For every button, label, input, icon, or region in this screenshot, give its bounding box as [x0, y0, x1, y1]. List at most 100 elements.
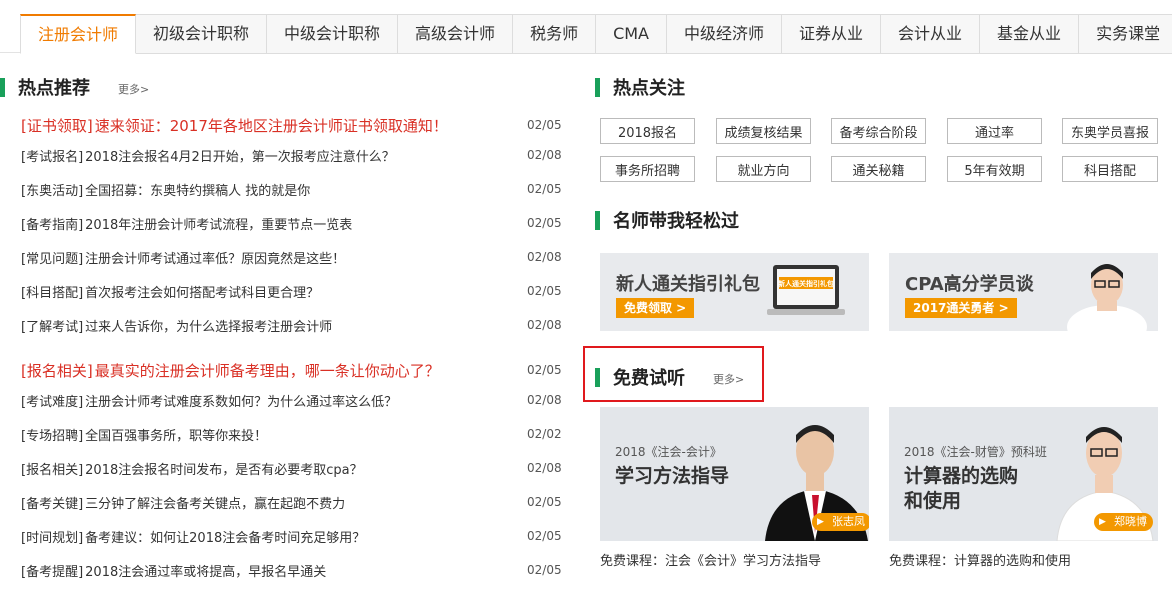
course-card-calculator[interactable]: 2018《注会-财管》预科班 计算器的选购和使用 郑晓博: [889, 407, 1158, 541]
hot-recommend-more-link[interactable]: 更多>: [118, 81, 149, 97]
news-category-tag[interactable]: [科目搭配]: [21, 282, 83, 301]
course-headline-line: 和使用: [904, 490, 962, 512]
news-title-link[interactable]: 注册会计师考试通过率低？原因竟然是这些！: [85, 248, 527, 267]
news-title-link[interactable]: 注册会计师考试难度系数如何？为什么通过率这么低？: [85, 391, 527, 410]
news-item[interactable]: [考试难度] 注册会计师考试难度系数如何？为什么通过率这么低？ 02/08: [21, 389, 562, 411]
news-title-link[interactable]: 2018注会报名4月2日开始，第一次报考应注意什么？: [85, 146, 527, 165]
news-title-link[interactable]: 速来领证：2017年各地区注册会计师证书领取通知！: [95, 115, 527, 136]
news-date: 02/08: [527, 461, 562, 475]
news-title-link[interactable]: 2018年注册会计师考试流程，重要节点一览表: [85, 214, 527, 233]
news-title-link[interactable]: 2018注会报名时间发布，是否有必要考取cpa？: [85, 459, 527, 478]
news-title-link[interactable]: 2018注会通过率或将提高，早报名早通关: [85, 561, 527, 580]
hot-focus-tag[interactable]: 成绩复核结果: [716, 118, 811, 144]
hot-focus-tag[interactable]: 事务所招聘: [600, 156, 695, 182]
news-category-tag[interactable]: [证书领取]: [21, 115, 93, 136]
news-category-tag[interactable]: [备考关键]: [21, 493, 83, 512]
news-category-tag[interactable]: [考试难度]: [21, 391, 83, 410]
news-date: 02/05: [527, 363, 562, 377]
course-subtitle: 2018《注会-财管》预科班: [904, 445, 1047, 459]
gift-pack-headline: 新人通关指引礼包: [616, 274, 760, 295]
category-tab[interactable]: 高级会计师: [398, 14, 514, 54]
news-item[interactable]: [专场招聘] 全国百强事务所，职等你来投！ 02/02: [21, 423, 562, 445]
news-title-link[interactable]: 备考建议：如何让2018注会备考时间充足够用？: [85, 527, 527, 546]
section-marker: [595, 77, 600, 97]
hot-recommend-header: 热点推荐 更多>: [0, 74, 149, 100]
category-tab[interactable]: 注册会计师: [20, 14, 137, 54]
news-category-tag[interactable]: [报名相关]: [21, 459, 83, 478]
news-category-tag[interactable]: [时间规划]: [21, 527, 83, 546]
hot-focus-title: 热点关注: [613, 78, 685, 99]
category-tab[interactable]: 中级会计职称: [267, 14, 399, 54]
news-item[interactable]: [时间规划] 备考建议：如何让2018注会备考时间充足够用？ 02/05: [21, 525, 562, 547]
category-tab[interactable]: 初级会计职称: [136, 14, 268, 54]
category-tab[interactable]: 证券从业: [782, 14, 882, 54]
news-date: 02/08: [527, 318, 562, 332]
cpa-banner-headline: CPA高分学员谈: [905, 274, 1034, 295]
hot-focus-tag[interactable]: 就业方向: [716, 156, 811, 182]
category-tabbar: 注册会计师 初级会计职称 中级会计职称 高级会计师 税务师 CMA 中级经济师 证券从业 会计从…: [0, 0, 1172, 54]
news-category-tag[interactable]: [备考提醒]: [21, 561, 83, 580]
news-title-link[interactable]: 三分钟了解注会备考关键点，赢在起跑不费力: [85, 493, 527, 512]
news-title-link[interactable]: 首次报考注会如何搭配考试科目更合理？: [85, 282, 527, 301]
gift-pack-banner[interactable]: 新人通关指引礼包 免费领取 > 新人通关指引礼包: [600, 253, 869, 331]
news-item[interactable]: [了解考试] 过来人告诉你，为什么选择报考注册会计师 02/08: [21, 314, 562, 336]
category-tab[interactable]: 税务师: [513, 14, 597, 54]
laptop-icon: 新人通关指引礼包: [767, 265, 845, 315]
news-title-link[interactable]: 全国百强事务所，职等你来投！: [85, 425, 527, 444]
news-item[interactable]: [证书领取] 速来领证：2017年各地区注册会计师证书领取通知！ 02/05: [21, 114, 562, 136]
cpa-banner-button[interactable]: 2017通关勇者 >: [905, 298, 1017, 318]
hot-focus-tag[interactable]: 科目搭配: [1062, 156, 1158, 182]
category-tab[interactable]: 实务课堂: [1079, 14, 1172, 54]
news-category-tag[interactable]: [了解考试]: [21, 316, 83, 335]
news-item[interactable]: [报名相关] 2018注会报名时间发布，是否有必要考取cpa？ 02/08: [21, 457, 562, 479]
news-date: 02/02: [527, 427, 562, 441]
student-portrait-icon: [1067, 264, 1147, 331]
news-date: 02/05: [527, 182, 562, 196]
news-date: 02/08: [527, 250, 562, 264]
hot-focus-tag[interactable]: 通过率: [947, 118, 1042, 144]
news-category-tag[interactable]: [报名相关]: [21, 360, 93, 381]
category-tab[interactable]: 会计从业: [881, 14, 981, 54]
teachers-title: 名师带我轻松过: [613, 211, 739, 232]
teachers-header: 名师带我轻松过: [595, 207, 739, 233]
news-category-tag[interactable]: [备考指南]: [21, 214, 83, 233]
news-item[interactable]: [科目搭配] 首次报考注会如何搭配考试科目更合理？ 02/05: [21, 280, 562, 302]
hot-focus-tag[interactable]: 备考综合阶段: [831, 118, 926, 144]
news-title-link[interactable]: 最真实的注册会计师备考理由，哪一条让你动心了？: [95, 360, 527, 381]
news-title-link[interactable]: 过来人告诉你，为什么选择报考注册会计师: [85, 316, 527, 335]
news-item[interactable]: [常见问题] 注册会计师考试通过率低？原因竟然是这些！ 02/08: [21, 246, 562, 268]
course-subtitle: 2018《注会-会计》: [615, 445, 722, 459]
laptop-screen-text: 新人通关指引礼包: [778, 279, 834, 288]
news-date: 02/05: [527, 118, 562, 132]
hot-focus-tag[interactable]: 5年有效期: [947, 156, 1042, 182]
news-item[interactable]: [备考提醒] 2018注会通过率或将提高，早报名早通关 02/05: [21, 559, 562, 581]
cpa-high-score-banner[interactable]: CPA高分学员谈 2017通关勇者 >: [889, 253, 1158, 331]
hot-recommend-title: 热点推荐: [18, 78, 90, 99]
news-title-link[interactable]: 全国招募：东奥特约撰稿人 找的就是你: [85, 180, 527, 199]
gift-pack-button[interactable]: 免费领取 >: [616, 298, 695, 318]
category-tab[interactable]: 基金从业: [980, 14, 1080, 54]
hot-focus-header: 热点关注: [595, 74, 685, 100]
news-category-tag[interactable]: [常见问题]: [21, 248, 83, 267]
news-date: 02/05: [527, 495, 562, 509]
course-caption-accounting[interactable]: 免费课程：注会《会计》学习方法指导: [600, 550, 821, 569]
news-date: 02/08: [527, 148, 562, 162]
hot-focus-tag[interactable]: 东奥学员喜报: [1062, 118, 1158, 144]
category-tab[interactable]: CMA: [596, 14, 667, 54]
news-item[interactable]: [备考关键] 三分钟了解注会备考关键点，赢在起跑不费力 02/05: [21, 491, 562, 513]
news-category-tag[interactable]: [考试报名]: [21, 146, 83, 165]
hot-focus-tag[interactable]: 通关秘籍: [831, 156, 926, 182]
course-caption-calculator[interactable]: 免费课程：计算器的选购和使用: [889, 550, 1071, 569]
news-item[interactable]: [东奥活动] 全国招募：东奥特约撰稿人 找的就是你 02/05: [21, 178, 562, 200]
course-card-accounting[interactable]: 2018《注会-会计》 学习方法指导 张志凤: [600, 407, 869, 541]
news-item[interactable]: [报名相关] 最真实的注册会计师备考理由，哪一条让你动心了？ 02/05: [21, 359, 562, 381]
news-date: 02/05: [527, 529, 562, 543]
news-item[interactable]: [备考指南] 2018年注册会计师考试流程，重要节点一览表 02/05: [21, 212, 562, 234]
category-tab[interactable]: 中级经济师: [667, 14, 783, 54]
news-category-tag[interactable]: [专场招聘]: [21, 425, 83, 444]
news-date: 02/05: [527, 284, 562, 298]
news-category-tag[interactable]: [东奥活动]: [21, 180, 83, 199]
news-item[interactable]: [考试报名] 2018注会报名4月2日开始，第一次报考应注意什么？ 02/08: [21, 144, 562, 166]
category-tabs: 注册会计师 初级会计职称 中级会计职称 高级会计师 税务师 CMA 中级经济师 证券从业 会计从…: [20, 14, 1172, 54]
hot-focus-tag[interactable]: 2018报名: [600, 118, 695, 144]
